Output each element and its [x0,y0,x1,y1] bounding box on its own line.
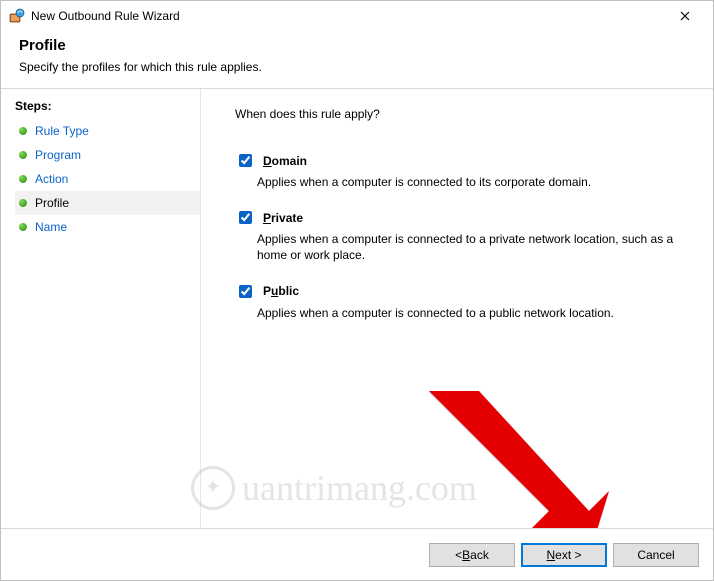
option-public-label: Public [263,284,299,298]
app-icon [9,8,25,24]
option-public-desc: Applies when a computer is connected to … [257,305,689,321]
next-button[interactable]: Next > [521,543,607,567]
checkbox-private[interactable] [239,211,252,224]
step-program[interactable]: Program [15,143,200,167]
wizard-header: Profile Specify the profiles for which t… [1,31,713,88]
option-private: Private Applies when a computer is conne… [235,208,689,263]
question-text: When does this rule apply? [235,107,689,121]
option-private-label: Private [263,211,303,225]
steps-sidebar: Steps: Rule Type Program Action Profile … [1,89,201,529]
step-profile[interactable]: Profile [15,191,200,215]
step-action[interactable]: Action [15,167,200,191]
checkbox-domain[interactable] [239,154,252,167]
window-title: New Outbound Rule Wizard [31,9,665,23]
bullet-icon [19,175,27,183]
option-domain-desc: Applies when a computer is connected to … [257,174,689,190]
bullet-icon [19,223,27,231]
cancel-button[interactable]: Cancel [613,543,699,567]
page-title: Profile [19,37,695,54]
option-private-desc: Applies when a computer is connected to … [257,231,689,263]
option-domain-label: Domain [263,154,307,168]
bullet-icon [19,151,27,159]
option-public: Public Applies when a computer is connec… [235,282,689,321]
back-button[interactable]: < Back [429,543,515,567]
step-name[interactable]: Name [15,215,200,239]
step-rule-type[interactable]: Rule Type [15,119,200,143]
bullet-icon [19,199,27,207]
checkbox-public[interactable] [239,285,252,298]
close-button[interactable] [665,2,705,30]
titlebar: New Outbound Rule Wizard [1,1,713,31]
page-subtitle: Specify the profiles for which this rule… [19,60,695,74]
steps-label: Steps: [15,99,200,113]
bullet-icon [19,127,27,135]
option-domain: Domain Applies when a computer is connec… [235,151,689,190]
wizard-footer: < Back Next > Cancel [1,528,713,580]
wizard-content: When does this rule apply? Domain Applie… [201,89,713,529]
